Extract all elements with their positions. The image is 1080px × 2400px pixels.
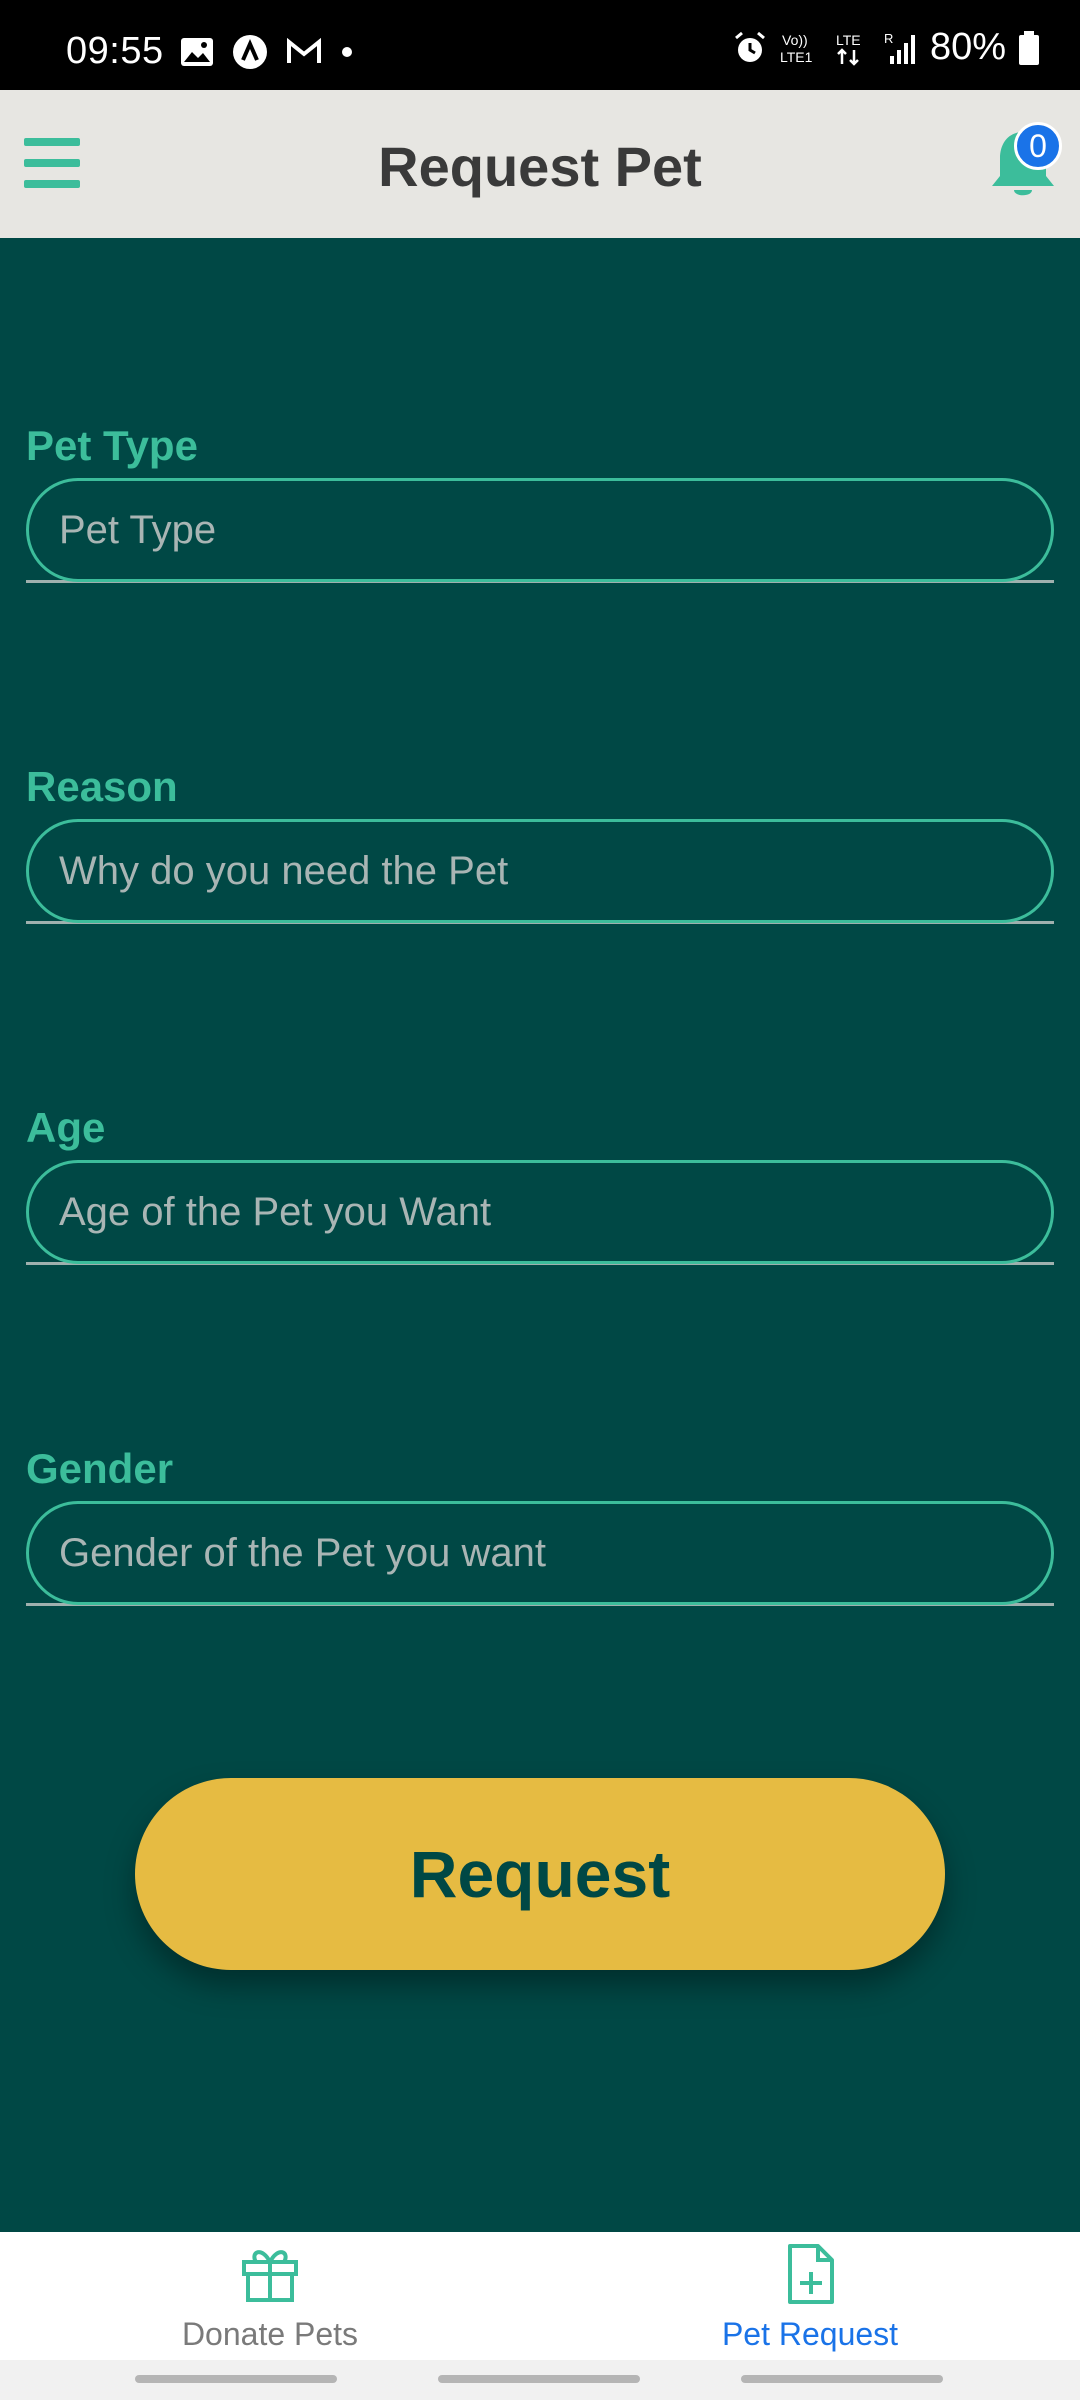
status-bar: 09:55 Vo)) LTE1 LTE R 80% xyxy=(0,0,1080,90)
age-field: Age xyxy=(26,1102,1054,1265)
app-a-icon xyxy=(233,35,267,69)
volte-icon: Vo))LTE1 xyxy=(780,32,813,65)
dot-icon xyxy=(342,47,352,57)
app-header: Request Pet xyxy=(0,90,1080,238)
svg-text:LTE1: LTE1 xyxy=(780,49,813,65)
svg-text:LTE: LTE xyxy=(836,32,861,48)
nav-item-donate-pets[interactable]: Donate Pets xyxy=(0,2232,540,2360)
status-time: 09:55 xyxy=(66,30,164,72)
nav-label-pet-request: Pet Request xyxy=(721,2316,899,2352)
pet-type-field: Pet Type xyxy=(26,420,1054,583)
nav-label-donate-pets: Donate Pets xyxy=(181,2316,359,2352)
pet-type-input[interactable] xyxy=(26,478,1054,582)
status-notification-icons xyxy=(180,34,354,70)
status-system-icons: Vo)) LTE1 LTE R 80% xyxy=(732,26,1040,69)
signal-icon: R xyxy=(884,31,915,64)
age-label: Age xyxy=(26,1104,106,1151)
reason-input[interactable] xyxy=(26,819,1054,923)
notification-badge: 0 xyxy=(1014,122,1062,170)
gender-input[interactable] xyxy=(26,1501,1054,1605)
nav-item-pet-request[interactable]: Pet Request xyxy=(540,2232,1080,2360)
request-button[interactable]: Request xyxy=(135,1778,945,1970)
gesture-pill[interactable] xyxy=(135,2375,337,2383)
bottom-navigation: Donate Pets Pet Request xyxy=(0,2232,1080,2360)
gender-label: Gender xyxy=(26,1445,174,1492)
pet-type-label: Pet Type xyxy=(26,422,198,469)
svg-text:R: R xyxy=(884,31,893,46)
alarm-icon xyxy=(734,31,765,62)
system-gesture-bar xyxy=(0,2360,1080,2400)
lte-icon: LTE xyxy=(836,32,861,66)
reason-label: Reason xyxy=(26,763,178,810)
gift-icon xyxy=(242,2250,298,2302)
battery-icon xyxy=(1019,30,1039,65)
file-add-icon xyxy=(788,2244,834,2304)
request-pet-screen: 09:55 Vo)) LTE1 LTE R 80% Request Pet 0 … xyxy=(0,0,1080,2400)
age-input[interactable] xyxy=(26,1160,1054,1264)
battery-level: 80% xyxy=(929,26,1006,68)
gender-field: Gender xyxy=(26,1443,1054,1606)
gesture-pill[interactable] xyxy=(438,2375,640,2383)
page-title: Request Pet xyxy=(378,135,702,198)
gmail-icon xyxy=(287,38,321,63)
gesture-pill[interactable] xyxy=(741,2375,943,2383)
svg-text:Vo)): Vo)) xyxy=(782,32,808,48)
image-icon xyxy=(181,38,213,66)
reason-field: Reason xyxy=(26,761,1054,924)
